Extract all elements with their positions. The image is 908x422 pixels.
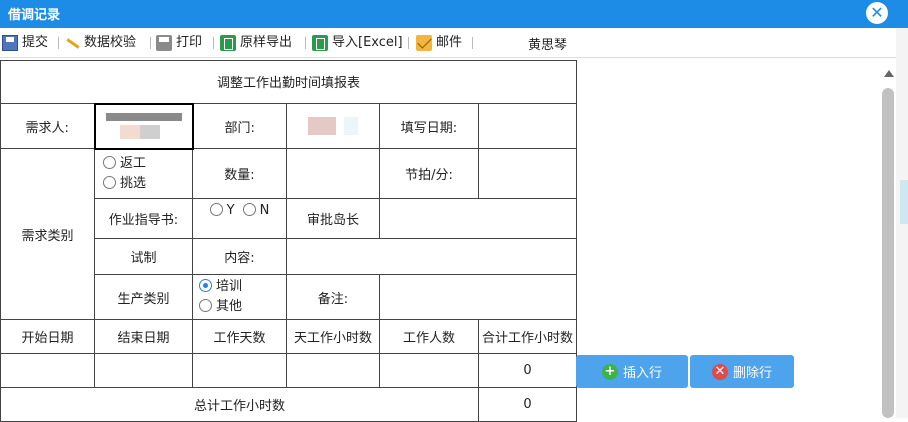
- fill-date-label: 填写日期:: [379, 103, 479, 149]
- import-excel-label: 导入[Excel]: [332, 35, 403, 50]
- start-date-cell[interactable]: [0, 353, 95, 388]
- other-radio[interactable]: [199, 299, 212, 312]
- work-guide-no-radio[interactable]: [242, 203, 256, 216]
- toolbar-separator: [408, 37, 409, 49]
- quantity-label: 数量:: [192, 148, 287, 199]
- close-icon[interactable]: ✕: [866, 2, 888, 24]
- toolbar-separator: [472, 37, 473, 49]
- pick-label: 挑选: [120, 175, 147, 191]
- prod-type-options: 培训 其他: [192, 274, 287, 320]
- attendance-form-table: 调整工作出勤时间填报表 需求人: 部门: 填写日期: 需求类别 返工 挑选 数量…: [0, 60, 578, 422]
- plus-icon: +: [601, 363, 618, 380]
- submit-label: 提交: [22, 35, 49, 50]
- dept-field[interactable]: [286, 103, 380, 149]
- training-radio[interactable]: [199, 279, 212, 292]
- col-headcount: 工作人数: [379, 319, 479, 354]
- row-total-cell: 0: [477, 353, 578, 388]
- requester-label: 需求人:: [0, 103, 95, 149]
- excel-export-icon: [220, 35, 236, 51]
- quantity-field[interactable]: [286, 148, 380, 199]
- print-label: 打印: [176, 35, 203, 50]
- current-user: 黄思琴: [528, 38, 568, 53]
- mail-icon: [416, 35, 432, 51]
- delete-row-button[interactable]: ✕ 删除行: [690, 355, 794, 388]
- col-start-date: 开始日期: [0, 319, 95, 354]
- daily-hours-cell[interactable]: [286, 353, 380, 388]
- mail-button[interactable]: 邮件: [416, 34, 462, 52]
- work-guide-options: Y N: [192, 198, 287, 239]
- fill-date-field[interactable]: [477, 103, 578, 149]
- prod-type-label: 生产类别: [94, 274, 193, 320]
- export-original-label: 原样导出: [240, 35, 293, 50]
- rework-label: 返工: [120, 155, 147, 171]
- printer-icon: [156, 35, 172, 51]
- work-guide-label: 作业指导书:: [94, 198, 193, 239]
- col-work-days: 工作天数: [192, 319, 287, 354]
- content-field[interactable]: [285, 238, 578, 275]
- approver-field[interactable]: [378, 198, 578, 239]
- takt-label: 节拍/分:: [379, 148, 479, 199]
- training-label: 培训: [216, 279, 243, 294]
- end-date-cell[interactable]: [94, 353, 193, 388]
- scroll-thumb[interactable]: [882, 88, 894, 418]
- toolbar-separator: [213, 37, 214, 49]
- work-guide-yes-radio[interactable]: [209, 203, 223, 216]
- dept-label: 部门:: [192, 103, 287, 149]
- requester-value-redacted: [105, 113, 182, 139]
- other-label: 其他: [216, 299, 243, 314]
- demand-type-label: 需求类别: [0, 148, 95, 320]
- col-end-date: 结束日期: [94, 319, 193, 354]
- vertical-scrollbar[interactable]: [880, 66, 896, 418]
- submit-button[interactable]: 提交: [2, 34, 48, 52]
- work-days-cell[interactable]: [192, 353, 287, 388]
- insert-row-button[interactable]: + 插入行: [576, 355, 688, 388]
- rework-radio[interactable]: [103, 155, 116, 169]
- mail-label: 邮件: [436, 35, 463, 50]
- requester-field[interactable]: [93, 102, 194, 150]
- dept-value-redacted: [308, 117, 358, 135]
- validate-button[interactable]: 数据校验: [64, 34, 136, 52]
- form-title: 调整工作出勤时间填报表: [0, 60, 578, 104]
- print-button[interactable]: 打印: [156, 34, 202, 52]
- trial-label: 试制: [94, 238, 193, 275]
- toolbar-separator: [150, 37, 151, 49]
- excel-import-icon: [312, 35, 328, 51]
- headcount-cell[interactable]: [379, 353, 479, 388]
- validate-label: 数据校验: [84, 35, 137, 50]
- delete-icon: ✕: [711, 363, 728, 380]
- table-row: 0: [0, 353, 578, 388]
- grand-total-cell: 0: [477, 387, 578, 422]
- col-total-hours: 合计工作小时数: [477, 319, 578, 354]
- content-label: 内容:: [192, 238, 287, 275]
- col-daily-hours: 天工作小时数: [286, 319, 380, 354]
- yes-label: Y: [226, 203, 235, 218]
- toolbar-separator: [58, 37, 59, 49]
- scroll-up-arrow-icon[interactable]: [884, 70, 894, 77]
- export-original-button[interactable]: 原样导出: [220, 34, 292, 52]
- demand-type-options: 返工 挑选: [94, 148, 193, 199]
- window-titlebar: 借调记录 ✕: [0, 0, 908, 28]
- no-label: N: [259, 203, 270, 218]
- grand-total-label: 总计工作小时数: [0, 387, 479, 422]
- background-window-highlight: [900, 180, 908, 224]
- insert-row-label: 插入行: [622, 366, 662, 381]
- toolbar-separator: [305, 37, 306, 49]
- takt-field[interactable]: [477, 148, 578, 199]
- window-title: 借调记录: [8, 8, 61, 23]
- toolbar: 提交 数据校验 打印 原样导出 导入[Excel] 邮件: [0, 28, 896, 58]
- remark-label: 备注:: [286, 274, 380, 320]
- pick-radio[interactable]: [103, 175, 116, 189]
- import-excel-button[interactable]: 导入[Excel]: [312, 34, 403, 52]
- remark-field[interactable]: [378, 274, 578, 320]
- validate-icon: [64, 35, 80, 51]
- approver-label: 审批岛长: [286, 198, 380, 239]
- delete-row-label: 删除行: [732, 366, 772, 381]
- save-icon: [2, 35, 18, 51]
